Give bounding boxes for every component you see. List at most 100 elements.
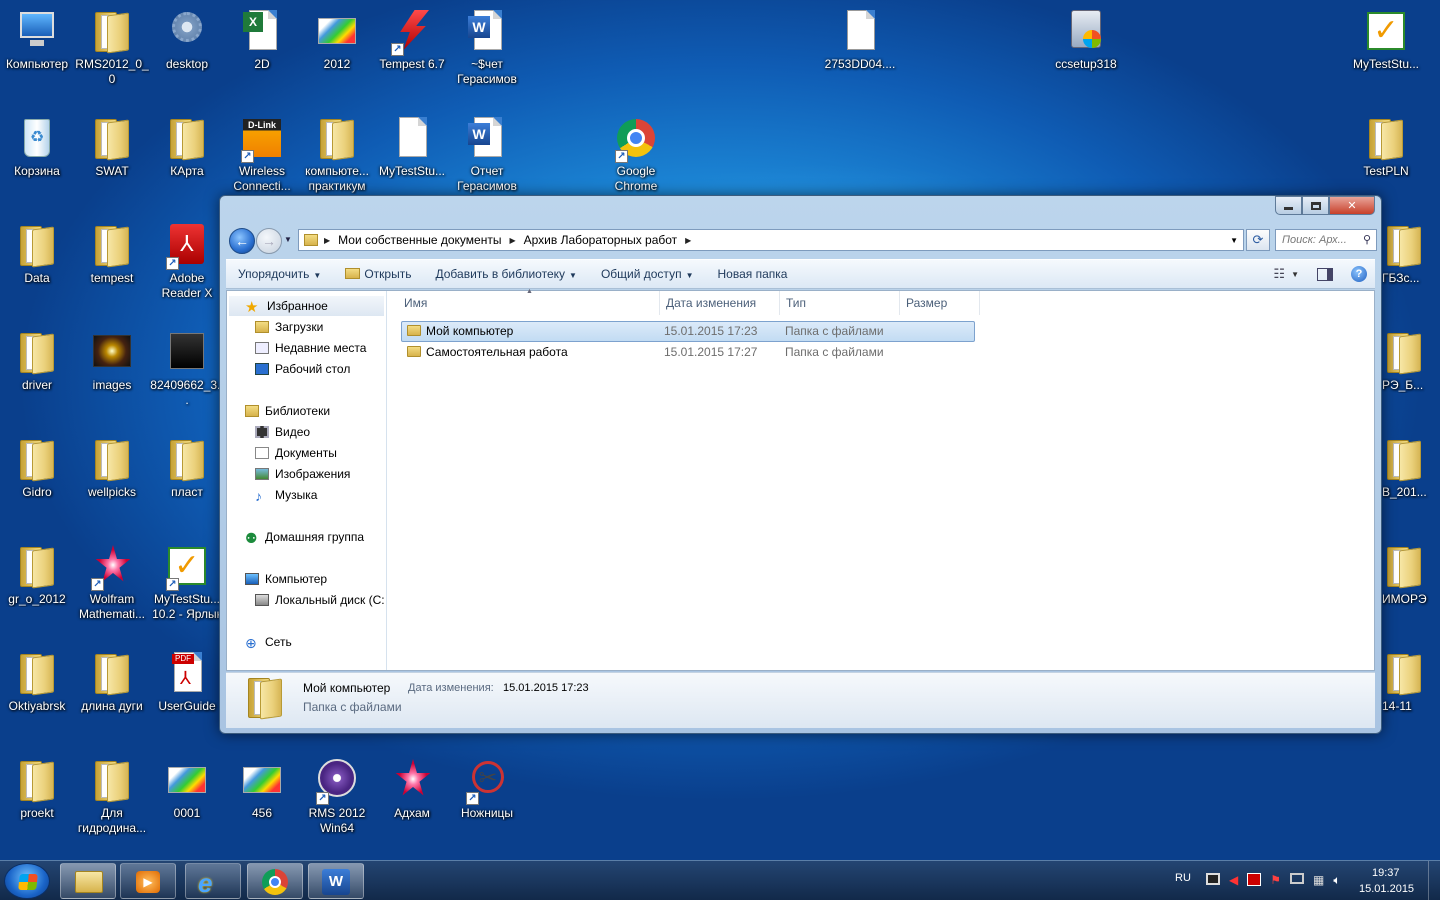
- address-bar[interactable]: ▶ Мои собственные документы ▶ Архив Лабо…: [298, 229, 1244, 251]
- desktop-icon[interactable]: desktop: [149, 0, 225, 100]
- desktop-icon[interactable]: ⅄ ↗ Adobe Reader X: [149, 214, 225, 314]
- breadcrumb-chevron-icon[interactable]: ▶: [683, 236, 693, 245]
- refresh-button[interactable]: ⟳: [1246, 229, 1270, 251]
- desktop-icon[interactable]: W ~$чет Герасимов: [449, 0, 525, 100]
- search-input[interactable]: Поиск: Арх... ⚲: [1275, 229, 1377, 251]
- desktop-icon[interactable]: 82409662_3...: [149, 321, 225, 421]
- maximize-button[interactable]: [1302, 196, 1329, 215]
- nav-item[interactable]: Видео: [255, 422, 310, 442]
- desktop-icon[interactable]: ↗ Tempest 6.7: [374, 0, 450, 100]
- desktop-icon[interactable]: 456: [224, 749, 300, 849]
- desktop-icon[interactable]: X 2D: [224, 0, 300, 100]
- clock-date[interactable]: 15.01.2015: [1359, 883, 1414, 895]
- volume-warning-icon[interactable]: ◀: [1229, 873, 1238, 888]
- taskbar-media-player[interactable]: ▶: [120, 863, 176, 899]
- desktop-icon[interactable]: ccsetup318: [1048, 0, 1124, 100]
- desktop-icon[interactable]: ✓ ↗ MyTestStu... 10.2 - Ярлык: [149, 535, 225, 635]
- desktop-icon[interactable]: ♻ Корзина: [0, 107, 75, 207]
- taskbar-chrome[interactable]: [247, 863, 303, 899]
- desktop-icon[interactable]: Gidro: [0, 428, 75, 528]
- nav-item[interactable]: Недавние места: [255, 338, 366, 358]
- desktop-icon[interactable]: 2753DD04....: [822, 0, 898, 100]
- nav-item[interactable]: ⚉ Домашняя группа: [245, 527, 364, 547]
- organize-button[interactable]: Упорядочить ▼: [226, 267, 333, 281]
- nav-item[interactable]: Загрузки: [255, 317, 323, 337]
- nav-item[interactable]: Документы: [255, 443, 337, 463]
- desktop-icon[interactable]: driver: [0, 321, 75, 421]
- desktop-icon[interactable]: компьюте... практикум: [299, 107, 375, 207]
- breadcrumb-chevron-icon[interactable]: ▶: [507, 236, 517, 245]
- desktop-icon[interactable]: gr_o_2012: [0, 535, 75, 635]
- clock-time[interactable]: 19:37: [1372, 867, 1400, 879]
- new-folder-button[interactable]: Новая папка: [705, 267, 799, 281]
- desktop-icon[interactable]: КАрта: [149, 107, 225, 207]
- network-icon[interactable]: ▦: [1313, 873, 1324, 888]
- column-header-type[interactable]: Тип: [780, 291, 900, 315]
- close-button[interactable]: ✕: [1329, 196, 1375, 215]
- desktop-icon[interactable]: Oktiyabrsk: [0, 642, 75, 742]
- file-row[interactable]: Мой компьютер 15.01.2015 17:23 Папка с фай…: [401, 321, 975, 342]
- share-button[interactable]: Общий доступ ▼: [589, 267, 706, 281]
- desktop-icon[interactable]: images: [74, 321, 150, 421]
- desktop-icon[interactable]: SWAT: [74, 107, 150, 207]
- view-options-icon[interactable]: ☷: [1273, 266, 1285, 282]
- desktop-icon[interactable]: ✓ MyTestStu...: [1348, 0, 1424, 100]
- address-dropdown-icon[interactable]: ▼: [1230, 236, 1238, 245]
- nav-item[interactable]: Библиотеки: [245, 401, 330, 421]
- desktop-icon[interactable]: proekt: [0, 749, 75, 849]
- desktop-icon[interactable]: ✂ ↗ Ножницы: [449, 749, 525, 849]
- help-icon[interactable]: ?: [1351, 266, 1367, 282]
- desktop-icon[interactable]: ↗ RMS 2012 Win64: [299, 749, 375, 849]
- desktop-icon[interactable]: RMS2012_0_0: [74, 0, 150, 100]
- taskbar-explorer[interactable]: [60, 863, 116, 899]
- back-button[interactable]: ←: [229, 228, 255, 254]
- desktop-icon[interactable]: PDF ⅄ UserGuide: [149, 642, 225, 742]
- desktop-icon[interactable]: Адхам: [374, 749, 450, 849]
- taskbar-word[interactable]: W: [308, 863, 364, 899]
- nav-item[interactable]: Рабочий стол: [255, 359, 350, 379]
- desktop-icon[interactable]: Для гидродина...: [74, 749, 150, 849]
- desktop-icon[interactable]: MyTestStu...: [374, 107, 450, 207]
- speaker-icon[interactable]: 🔈︎: [1333, 873, 1340, 888]
- desktop-icon[interactable]: длина дуги: [74, 642, 150, 742]
- desktop-icon[interactable]: D-Link ↗ Wireless Connecti...: [224, 107, 300, 207]
- desktop-icon[interactable]: 2012: [299, 0, 375, 100]
- desktop-icon[interactable]: 0001: [149, 749, 225, 849]
- antivirus-icon[interactable]: [1247, 873, 1262, 886]
- taskbar-internet-explorer[interactable]: e: [185, 863, 241, 899]
- language-indicator[interactable]: RU: [1175, 872, 1191, 884]
- display-icon[interactable]: [1290, 873, 1304, 884]
- breadcrumb-segment[interactable]: Мои собственные документы: [332, 233, 507, 247]
- start-button[interactable]: [4, 863, 50, 899]
- desktop-icon[interactable]: пласт: [149, 428, 225, 528]
- desktop-icon[interactable]: Data: [0, 214, 75, 314]
- breadcrumb-segment[interactable]: Архив Лабораторных работ: [518, 233, 684, 247]
- column-header-name[interactable]: Имя: [398, 291, 660, 315]
- nav-item[interactable]: Локальный диск (C:: [255, 590, 385, 610]
- column-header-date[interactable]: Дата изменения: [660, 291, 780, 315]
- nav-item[interactable]: Компьютер: [245, 569, 327, 589]
- desktop-icon[interactable]: wellpicks: [74, 428, 150, 528]
- nav-item[interactable]: ⊕ Сеть: [245, 632, 292, 652]
- explorer-window[interactable]: ✕ ← → ▼ ▶ Мои собственные документы ▶ Ар…: [219, 195, 1382, 734]
- monitor-icon[interactable]: [1206, 873, 1220, 885]
- show-desktop-button[interactable]: [1428, 861, 1440, 900]
- desktop-icon[interactable]: ↗ Google Chrome: [598, 107, 674, 207]
- nav-item[interactable]: ★ Избранное: [229, 296, 384, 316]
- add-to-library-button[interactable]: Добавить в библиотеку ▼: [423, 267, 588, 281]
- history-dropdown-icon[interactable]: ▼: [284, 235, 292, 244]
- forward-button[interactable]: →: [256, 228, 282, 254]
- nav-item[interactable]: ♪ Музыка: [255, 485, 317, 505]
- file-row[interactable]: Самостоятельная работа 15.01.2015 17:27 Па…: [401, 342, 975, 363]
- column-header-size[interactable]: Размер: [900, 291, 980, 315]
- open-button[interactable]: Открыть: [333, 267, 423, 281]
- nav-item[interactable]: Изображения: [255, 464, 350, 484]
- preview-pane-icon[interactable]: [1317, 267, 1333, 281]
- desktop-icon[interactable]: W Отчет Герасимов: [449, 107, 525, 207]
- desktop-icon[interactable]: TestPLN: [1348, 107, 1424, 207]
- action-center-icon[interactable]: ⚑: [1270, 873, 1281, 888]
- desktop-icon[interactable]: ↗ Wolfram Mathemati...: [74, 535, 150, 635]
- desktop-icon[interactable]: Компьютер: [0, 0, 75, 100]
- dropdown-arrow-icon[interactable]: ▼: [1291, 270, 1299, 279]
- breadcrumb-chevron-icon[interactable]: ▶: [322, 236, 332, 245]
